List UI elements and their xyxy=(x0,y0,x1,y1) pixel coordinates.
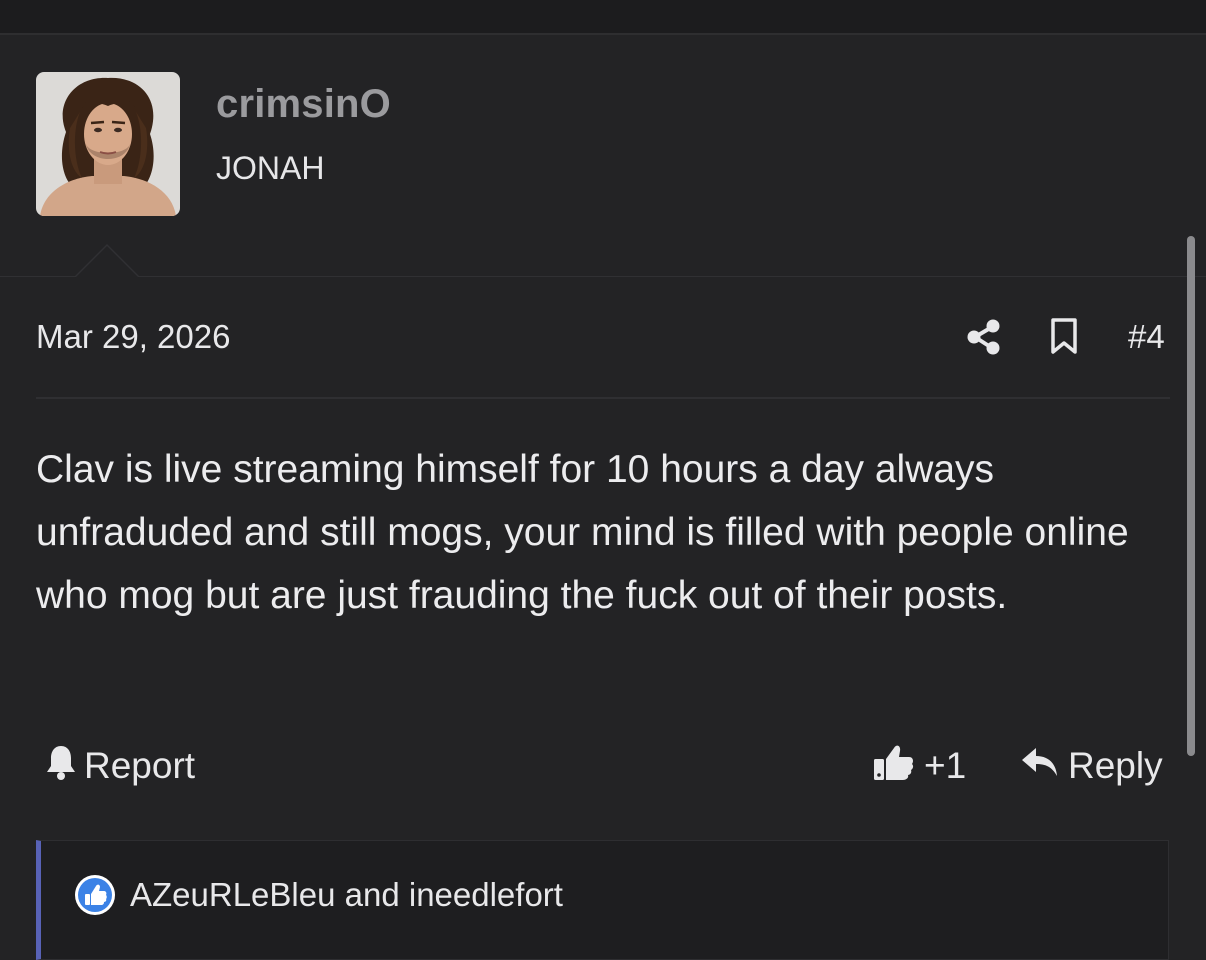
scrollbar[interactable] xyxy=(1187,236,1195,756)
post-author-header xyxy=(0,35,1206,277)
like-reaction-icon xyxy=(74,874,116,916)
top-bar xyxy=(0,0,1206,35)
post-date[interactable]: Mar 29, 2026 xyxy=(36,318,230,356)
report-label: Report xyxy=(84,745,196,786)
bell-icon xyxy=(44,743,78,790)
post-number-link[interactable]: #4 xyxy=(1128,318,1165,356)
author-username[interactable]: crimsinO xyxy=(216,82,391,127)
like-button[interactable]: +1 xyxy=(872,744,966,788)
thumbs-up-icon xyxy=(872,742,914,791)
avatar[interactable] xyxy=(36,72,180,216)
like-count: +1 xyxy=(924,745,967,786)
post-body: Clav is live streaming himself for 10 ho… xyxy=(36,448,1129,617)
divider xyxy=(36,397,1170,399)
reply-button[interactable]: Reply xyxy=(1020,744,1163,788)
reactions-users[interactable]: AZeuRLeBleu and ineedlefort xyxy=(130,876,563,914)
report-button[interactable]: Report xyxy=(44,744,195,788)
author-title: JONAH xyxy=(216,150,325,186)
share-icon[interactable] xyxy=(964,317,1004,357)
bookmark-icon[interactable] xyxy=(1048,316,1080,356)
reply-arrow-icon xyxy=(1020,744,1060,789)
reply-label: Reply xyxy=(1068,745,1163,786)
